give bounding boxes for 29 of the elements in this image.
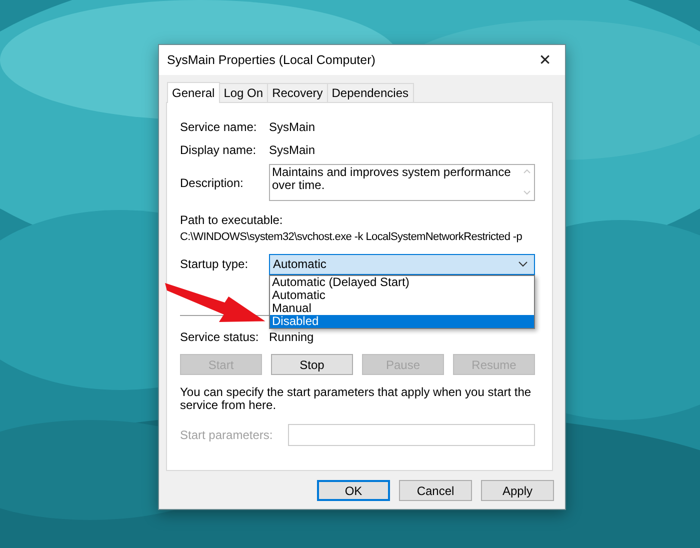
dropdown-option[interactable]: Disabled bbox=[270, 314, 534, 328]
tab[interactable]: General bbox=[167, 82, 220, 103]
path-text: C:\WINDOWS\system32\svchost.exe -k LocalSystemNetworkRestricted -p bbox=[180, 230, 522, 244]
status-value: Running bbox=[269, 330, 314, 344]
window-title: SysMain Properties (Local Computer) bbox=[167, 53, 376, 67]
dropdown-option[interactable]: Automatic bbox=[270, 288, 534, 302]
dialog-button[interactable]: Apply bbox=[481, 480, 554, 501]
dialog-button[interactable]: OK bbox=[317, 480, 390, 501]
dropdown-option[interactable]: Manual bbox=[270, 302, 534, 314]
tab[interactable]: Recovery bbox=[267, 83, 328, 102]
field-label: Startup type: bbox=[180, 257, 250, 271]
dropdown-option[interactable]: Automatic (Delayed Start) bbox=[270, 276, 534, 288]
field-value: SysMain bbox=[269, 142, 316, 156]
dialog-button[interactable]: Cancel bbox=[399, 480, 472, 501]
caret-icon bbox=[518, 261, 528, 267]
hint-text: You can specify the start parameters that apply when you start the service from here. bbox=[180, 386, 532, 412]
field-label: Display name: bbox=[180, 142, 258, 156]
field-value: SysMain bbox=[269, 120, 316, 134]
startup-type-dropdown[interactable]: Automatic bbox=[269, 254, 535, 274]
field-label: Path to executable: bbox=[180, 213, 284, 227]
field-label: Service status: bbox=[180, 330, 260, 344]
field-label: Service name: bbox=[180, 120, 258, 134]
service-button[interactable]: Stop bbox=[271, 354, 353, 375]
field-label: Start parameters: bbox=[180, 428, 274, 442]
description-field[interactable]: Maintains and improves system performance over time. bbox=[269, 164, 535, 201]
close-button[interactable]: ✕ bbox=[525, 45, 565, 75]
tab[interactable]: Dependencies bbox=[326, 83, 414, 102]
field-label: Description: bbox=[180, 176, 244, 190]
tab[interactable]: Log On bbox=[218, 83, 268, 102]
